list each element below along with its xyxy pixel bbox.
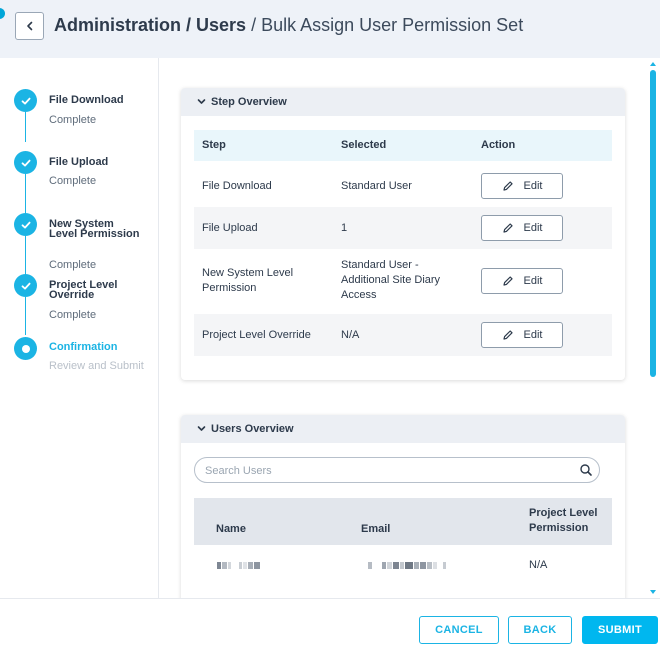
footer-actions: CANCEL BACK SUBMIT [0,598,660,652]
card-title: Users Overview [211,423,294,435]
row-step: File Upload [202,222,258,234]
step-overview-card: Step Overview Step Selected Action File … [181,88,625,380]
edit-label: Edit [523,222,543,234]
main-scrollbar[interactable] [647,58,660,598]
step-label: Project Level Override [49,279,118,301]
edit-button[interactable]: Edit [481,173,563,199]
step-connector [25,174,26,214]
step-current-indicator [14,337,37,360]
column-header-selected: Selected [341,139,387,151]
step-complete-indicator [14,89,37,112]
column-header-email: Email [361,523,391,535]
edge-indicator [0,8,5,19]
back-arrow-button[interactable] [15,12,44,40]
step-complete-indicator [14,213,37,236]
column-header-name: Name [216,523,246,535]
table-header: Step Selected Action [194,130,612,161]
edit-label: Edit [523,180,543,192]
table-row: N/A [194,545,612,585]
breadcrumb-users[interactable]: Users [196,15,246,35]
pencil-icon [502,276,513,286]
users-table-header: Name Email Project Level Permission [194,498,612,545]
check-icon [21,159,30,166]
step-complete-indicator [14,151,37,174]
column-header-step: Step [202,139,226,151]
back-button[interactable]: BACK [508,616,572,644]
step-complete-indicator [14,274,37,297]
step-status: Complete [49,114,97,126]
check-icon [21,282,30,289]
table-row: File Upload 1 Edit [194,207,612,249]
step-label: New System Level Permission [49,218,140,240]
search-users-field[interactable] [194,457,600,483]
search-icon[interactable] [579,463,593,477]
pencil-icon [502,181,513,191]
column-header-project-level-permission: Project Level Permission [529,507,598,534]
pencil-icon [502,223,513,233]
scroll-up-arrow-icon[interactable] [650,62,656,66]
row-selected: 1 [341,222,348,234]
users-overview-header[interactable]: Users Overview [181,415,625,443]
wizard-stepper: File Download Complete File Upload Compl… [0,58,159,598]
chevron-left-icon [26,21,32,31]
edit-button[interactable]: Edit [481,322,563,348]
step-status: Complete [49,259,97,271]
scroll-down-arrow-icon[interactable] [650,590,656,594]
row-selected: N/A [341,329,360,341]
table-row: File Download Standard User Edit [194,165,612,207]
edit-button[interactable]: Edit [481,268,563,294]
page-header: Administration / Users / Bulk Assign Use… [0,0,660,58]
table-row: New System Level Permission Standard Use… [194,249,612,314]
step-status: Complete [49,309,97,321]
cancel-button[interactable]: CANCEL [419,616,499,644]
breadcrumb: Administration / Users / Bulk Assign Use… [54,15,523,36]
step-overview-header[interactable]: Step Overview [181,88,625,116]
step-connector [25,112,26,142]
card-title: Step Overview [211,96,287,108]
step-status: Complete [49,175,97,187]
step-label: File Upload [49,156,109,168]
breadcrumb-separator: / [181,15,197,35]
chevron-down-icon [197,424,206,435]
redacted-email [368,562,447,569]
row-selected: Standard User [341,180,412,192]
row-step: New System Level Permission [202,267,294,294]
edit-label: Edit [523,275,543,287]
row-step: Project Level Override [202,329,311,341]
edit-label: Edit [523,329,543,341]
chevron-down-icon [197,97,206,108]
pencil-icon [502,330,513,340]
step-label: Confirmation [49,341,118,353]
breadcrumb-administration[interactable]: Administration [54,15,181,35]
row-permission: N/A [529,559,548,571]
check-icon [21,221,30,228]
row-step: File Download [202,180,272,192]
column-header-action: Action [481,139,516,151]
table-row: Project Level Override N/A Edit [194,314,612,356]
step-status: Review and Submit [49,360,144,372]
row-selected: Standard User - Additional Site Diary Ac… [341,259,441,301]
main-content: Step Overview Step Selected Action File … [159,58,647,598]
redacted-name [217,562,261,569]
users-overview-card: Users Overview Name Email Project Level … [181,415,625,598]
step-label: File Download [49,94,124,106]
scrollbar-thumb[interactable] [650,70,656,377]
edit-button[interactable]: Edit [481,215,563,241]
breadcrumb-current: Bulk Assign User Permission Set [261,15,524,35]
step-connector [25,297,26,335]
search-input[interactable] [205,463,565,478]
step-connector [25,236,26,276]
breadcrumb-separator: / [246,15,262,35]
submit-button[interactable]: SUBMIT [582,616,658,644]
page: Administration / Users / Bulk Assign Use… [0,0,660,652]
check-icon [21,97,30,104]
